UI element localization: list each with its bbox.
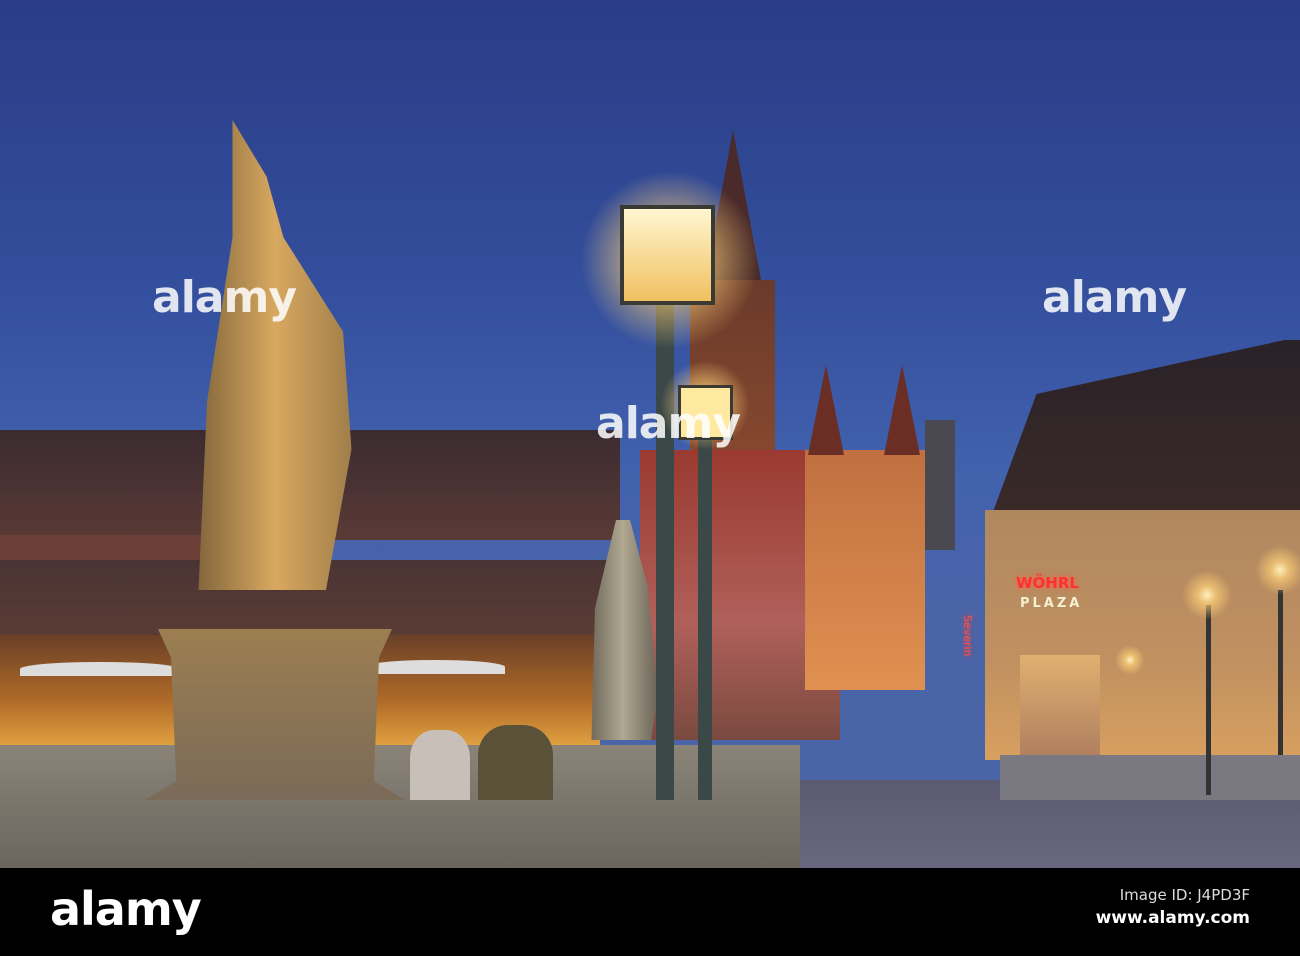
cathedral [805, 450, 925, 690]
watermark: alamy [1042, 272, 1187, 323]
cathedral-spire-right [884, 365, 920, 455]
person [410, 730, 470, 800]
umbrella [365, 660, 505, 674]
watermark: alamy [596, 398, 741, 449]
bridge-wall [0, 745, 800, 868]
street-lamp [1255, 545, 1300, 595]
footer-bar: alamy Image ID: J4PD3F www.alamy.com [0, 868, 1300, 956]
store-entrance [1020, 655, 1100, 755]
street-lamp [1182, 570, 1232, 620]
store-sign-subtitle: PLAZA [1020, 596, 1083, 611]
statue-pedestal [145, 629, 405, 800]
watermark: alamy [152, 272, 297, 323]
cathedral-spire-left [808, 365, 844, 455]
umbrella [20, 662, 180, 676]
photo-scene: WÖHRL PLAZA Severin alamy alamy alamy [0, 0, 1300, 868]
lamp-post [698, 430, 712, 800]
alamy-logo: alamy [50, 882, 202, 936]
store-sign-brand: WÖHRL [1016, 574, 1079, 592]
person [478, 725, 553, 800]
right-building-roof [990, 340, 1300, 520]
alamy-url: www.alamy.com [1095, 908, 1250, 928]
right-parapet [1000, 755, 1300, 800]
image-id: Image ID: J4PD3F [1119, 886, 1250, 904]
lamp-post [1278, 590, 1283, 755]
street-lamp [1115, 645, 1145, 675]
bishop-statue [198, 120, 352, 590]
street-lamp [620, 205, 715, 305]
lamp-post [1206, 605, 1211, 795]
far-tower [925, 420, 955, 550]
neon-sign: Severin [961, 615, 974, 657]
